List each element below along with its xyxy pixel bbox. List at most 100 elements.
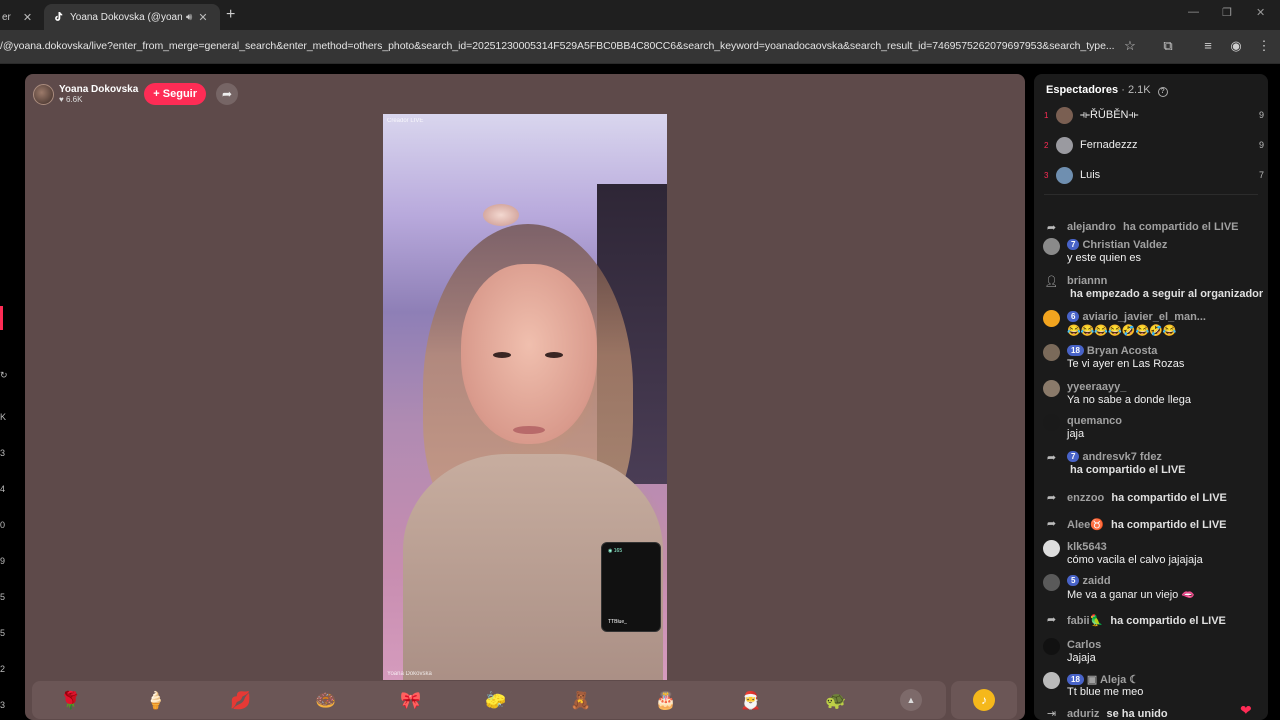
viewers-header[interactable]: Espectadores · 2.1K ? [1046,84,1168,97]
chat-username[interactable]: aviario_javier_el_man... [1082,311,1206,323]
gift-cake-icon[interactable]: 🎂 [653,689,679,713]
chat-username[interactable]: Christian Valdez [1082,239,1167,251]
avatar[interactable] [1043,672,1060,689]
chat-event-text: se ha unido [1106,708,1168,720]
avatar[interactable] [1043,414,1060,431]
level-badge: 7 [1067,239,1080,250]
share-icon: ➦ [1046,614,1057,626]
close-icon[interactable]: ✕ [198,11,207,24]
host-name[interactable]: Yoana Dokovska [59,84,138,95]
minimize-icon[interactable]: — [1188,6,1199,18]
host-avatar[interactable] [33,83,54,105]
rail-label: 4 [0,484,6,494]
video-watermark: Creador LIVE [387,118,424,124]
window-close-icon[interactable]: ✕ [1256,6,1265,19]
rail-label: 3 [0,700,6,710]
avatar[interactable] [1043,638,1060,655]
share-icon[interactable]: ➦ [216,83,239,105]
video-subject-eye [545,352,563,358]
menu-icon[interactable]: ⋮ [1256,38,1272,54]
ranking-row[interactable]: 1 ⟛ŘŬBĚN⟛ 9 [1044,105,1264,125]
chat-username[interactable]: alejandro [1067,221,1116,233]
chat-username[interactable]: Alee♉ [1067,519,1104,531]
chat-username[interactable]: zaidd [1082,575,1110,587]
host-info: Yoana Dokovska ♥ 6.6K + Seguir ➦ [33,83,239,105]
gift-ribbon-icon[interactable]: 🎀 [398,689,424,713]
chat-event-text: ha compartido el LIVE [1111,519,1227,531]
profile-icon[interactable]: ◉ [1228,38,1244,54]
avatar[interactable] [1056,166,1073,184]
share-icon: ➦ [1046,452,1057,464]
avatar[interactable] [1043,238,1060,255]
chat-username[interactable]: briannn [1067,275,1107,287]
gift-sponge-icon[interactable]: 🧽 [483,689,509,713]
speaker-icon[interactable]: 🔊︎ [186,12,192,23]
avatar[interactable] [1043,540,1060,557]
level-badge: 18 [1067,345,1084,356]
rank-number: 2 [1044,140,1049,150]
chevron-up-icon[interactable]: ▲ [900,689,922,711]
rank-username[interactable]: Luis [1080,169,1259,181]
tab-active-title: Yoana Dokovska (@yoana.d [70,11,182,23]
avatar[interactable] [1043,344,1060,361]
avatar[interactable] [1043,310,1060,327]
chat-text: Jajaja [1067,652,1096,664]
ranking-row[interactable]: 3 Luis 7 [1044,165,1264,185]
chat-username[interactable]: Carlos [1067,639,1101,651]
chat-event-text: ha compartido el LIVE [1110,615,1226,627]
live-video[interactable]: Creador LIVE Yoana Dokovska ◉ 165 TTBlue… [383,114,667,680]
chat-username[interactable]: Bryan Acosta [1087,345,1158,357]
gift-donut-icon[interactable]: 🍩 [313,689,339,713]
chat-text: Ya no sabe a donde llega [1067,394,1191,406]
phone-overlay: ◉ 165 TTBlue_ [601,542,661,632]
avatar[interactable] [1056,136,1073,154]
rail-icon[interactable]: ↻ [0,370,8,381]
coin-icon[interactable]: ♪ [973,689,995,711]
gift-lips-icon[interactable]: 💋 [228,689,254,713]
gift-santa-icon[interactable]: 🎅 [738,689,764,713]
gift-turtle-icon[interactable]: 🐢 [823,689,849,713]
rank-score: 9 [1258,140,1264,150]
maximize-icon[interactable]: ❐ [1222,6,1232,19]
chat-username[interactable]: klk5643 [1067,541,1107,553]
heart-icon[interactable]: ❤ [1240,702,1252,719]
share-icon: ➦ [1046,222,1057,234]
gift-rose-icon[interactable]: 🌹 [58,689,84,713]
chat-username[interactable]: andresvk7 fdez [1082,451,1161,463]
gift-bar: 🌹 🍦 💋 🍩 🎀 🧽 🧸 🎂 🎅 🐢 ▲ [32,681,946,719]
follow-button[interactable]: + Seguir [144,83,207,105]
rail-label: 5 [0,628,6,638]
info-icon[interactable]: ? [1157,87,1168,97]
media-control-icon[interactable]: ≡ [1200,38,1216,54]
extensions-icon[interactable]: ⧉ [1160,38,1176,54]
rank-username[interactable]: ⟛ŘŬBĚN⟛ [1080,109,1259,122]
avatar[interactable] [1043,574,1060,591]
new-tab-button[interactable]: + [226,6,235,24]
browser-tabbar: er ✕ Yoana Dokovska (@yoana.d 🔊︎ ✕ + — ❐… [0,0,1280,30]
chat-username[interactable]: yyeeraayy_ [1067,381,1126,393]
rank-number: 3 [1044,170,1049,180]
rail-label: 2 [0,664,6,674]
chat-username[interactable]: enzzoo [1067,492,1104,504]
coin-panel: ♪ [951,681,1017,719]
live-stage: Yoana Dokovska ♥ 6.6K + Seguir ➦ Creador… [25,74,1025,720]
gift-bear-icon[interactable]: 🧸 [568,689,594,713]
close-icon[interactable]: ✕ [23,11,32,24]
chat-username[interactable]: quemanco [1067,415,1122,427]
tab-active[interactable]: Yoana Dokovska (@yoana.d 🔊︎ ✕ [44,4,220,30]
star-icon[interactable]: ☆ [1122,38,1138,54]
chat-username[interactable]: fabii🦜 [1067,615,1103,627]
rail-label: K [0,412,7,422]
ranking-row[interactable]: 2 Fernadezzz 9 [1044,135,1264,155]
url-input[interactable]: /@yoana.dokovska/live?enter_from_merge=g… [0,40,1115,52]
avatar[interactable] [1056,106,1073,124]
phone-overlay-bottom: TTBlue_ [608,619,627,625]
avatar[interactable] [1043,380,1060,397]
tab-previous[interactable]: er ✕ [0,4,40,30]
rank-username[interactable]: Fernadezzz [1080,139,1259,151]
host-likes: ♥ 6.6K [59,95,83,104]
level-badge: 18 [1067,674,1084,685]
chat-username[interactable]: ▣ Aleja ☾ [1087,674,1139,686]
chat-username[interactable]: aduriz [1067,708,1099,720]
gift-icecream-icon[interactable]: 🍦 [143,689,169,713]
